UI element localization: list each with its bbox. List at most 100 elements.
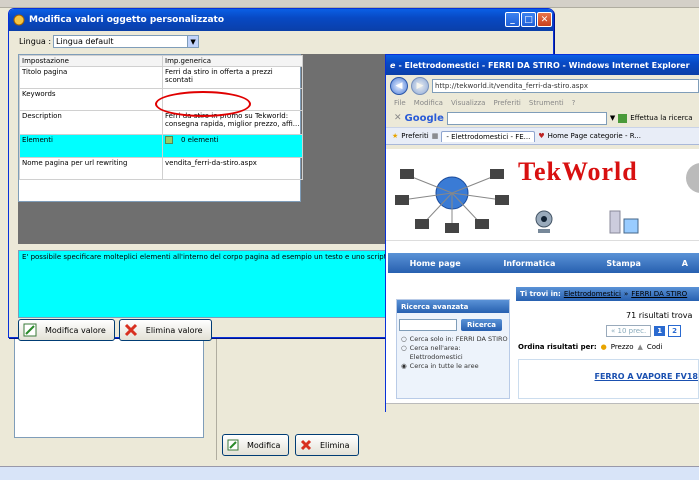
edit-icon xyxy=(23,323,37,337)
language-row: Lingua : Lingua default ▼ xyxy=(19,35,200,48)
chevron-down-icon[interactable]: ▼ xyxy=(187,36,199,47)
menu-strumenti[interactable]: Strumenti xyxy=(529,99,564,107)
close-button[interactable]: ✕ xyxy=(537,12,552,27)
maximize-button[interactable]: □ xyxy=(521,12,536,27)
radio-selected-icon: ◉ xyxy=(401,362,407,370)
close-toolbar-icon[interactable]: ✕ xyxy=(394,113,402,123)
webcam-icon xyxy=(535,210,553,233)
pagination: « 10 prec. 1 2 xyxy=(606,325,681,337)
red-highlight-ellipse xyxy=(155,91,251,117)
google-toolbar: ✕ Google ▼ Effettua la ricerca xyxy=(386,109,699,127)
favorites-button[interactable]: Preferiti xyxy=(401,132,428,140)
dialog-button-bar: Modifica valore Elimina valore xyxy=(18,319,212,341)
minimize-button[interactable]: _ xyxy=(505,12,520,27)
sort-arrow-icon: ▲ xyxy=(637,343,643,351)
language-value: Lingua default xyxy=(56,37,114,46)
site-header: TekWorld xyxy=(386,149,699,241)
grid-header-value: Imp.generica xyxy=(162,55,303,67)
radio-label: Cerca nell'area: Elettrodomestici xyxy=(409,344,463,361)
product-card: FERRO A VAPORE FV18 xyxy=(518,359,699,399)
grid-empty-area-bottom xyxy=(18,202,301,244)
sort-price[interactable]: Prezzo xyxy=(611,343,634,351)
favorites-star-icon: ★ xyxy=(392,132,399,140)
edit-value-label: Modifica valore xyxy=(45,325,106,335)
back-icon[interactable]: ◀ xyxy=(390,77,408,95)
table-row[interactable]: Titolo pagina Ferri da stiro in offerta … xyxy=(19,66,303,89)
sort-row: Ordina risultati per: ● Prezzo ▲ Codi xyxy=(518,343,662,351)
radio-label: Cerca solo in: FERRI DA STIRO xyxy=(409,335,508,343)
google-search-button[interactable]: Effettua la ricerca xyxy=(630,114,692,122)
modifica-button[interactable]: Modifica xyxy=(222,434,290,456)
google-search-icon xyxy=(618,113,628,123)
delete-x-icon xyxy=(124,323,137,337)
globe-partial-icon xyxy=(686,163,699,193)
table-row-selected[interactable]: Elementi 0 elementi xyxy=(19,134,303,158)
network-globe-icon xyxy=(395,169,509,233)
page-1[interactable]: 1 xyxy=(654,326,666,336)
elimina-label: Elimina xyxy=(320,440,350,450)
taskbar-strip xyxy=(0,466,699,480)
row-value[interactable]: vendita_ferri-da-stiro.aspx xyxy=(162,157,303,180)
address-bar-row: ◀ ▶ http://tekworld.it/vendita_ferri-da-… xyxy=(386,75,699,97)
dialog-title: Modifica valori oggetto personalizzato xyxy=(29,15,225,25)
row-value[interactable]: Ferri da stiro in offerta a prezzi scont… xyxy=(162,66,303,89)
row-value-elements[interactable]: 0 elementi xyxy=(162,134,303,158)
menu-preferiti[interactable]: Preferiti xyxy=(493,99,520,107)
radio-empty-icon: ○ xyxy=(401,335,407,343)
nav-home[interactable]: Home page xyxy=(388,259,482,268)
search-sidebar: Ricerca avanzata Ricerca ○ Cerca solo in:… xyxy=(396,299,510,399)
background-list-panel[interactable] xyxy=(14,330,204,438)
forward-icon[interactable]: ▶ xyxy=(411,77,429,95)
language-select[interactable]: Lingua default ▼ xyxy=(53,35,200,48)
table-row[interactable]: Nome pagina per url rewriting vendita_fe… xyxy=(19,157,303,180)
settings-grid[interactable]: Impostazione Imp.generica Titolo pagina … xyxy=(18,54,303,202)
results-count: 71 risultati trova xyxy=(626,311,693,320)
google-search-input[interactable] xyxy=(446,111,607,125)
radio-empty-icon: ○ xyxy=(401,344,407,352)
grid-header-row: Impostazione Imp.generica xyxy=(19,55,303,67)
radio-option[interactable]: ○ Cerca nell'area: Elettrodomestici xyxy=(401,344,509,362)
browser-titlebar[interactable]: e - Elettrodomestici - FERRI DA STIRO - … xyxy=(386,55,699,75)
elimina-button[interactable]: Elimina xyxy=(295,434,359,456)
ie-icon: e xyxy=(390,60,396,70)
nav-stampa[interactable]: Stampa xyxy=(577,259,671,268)
grid-header-setting: Impostazione xyxy=(19,55,163,67)
sidebar-title: Ricerca avanzata xyxy=(397,300,509,313)
page-2[interactable]: 2 xyxy=(668,325,681,337)
tab-elettrodomestici[interactable]: - Elettrodomestici - FE... xyxy=(441,130,536,142)
menu-visualizza[interactable]: Visualizza xyxy=(451,99,485,107)
edit-value-button[interactable]: Modifica valore xyxy=(18,319,115,341)
nav-more[interactable]: A xyxy=(671,259,699,268)
row-setting: Titolo pagina xyxy=(19,66,163,89)
menu-help[interactable]: ? xyxy=(572,99,576,107)
delete-value-label: Elimina valore xyxy=(145,325,203,335)
sort-code[interactable]: Codi xyxy=(647,343,663,351)
row-setting: Description xyxy=(19,110,163,135)
breadcrumb-link-ferri[interactable]: FERRI DA STIRO xyxy=(631,290,687,298)
list-icon xyxy=(165,136,173,144)
dialog-titlebar[interactable]: Modifica valori oggetto personalizzato _… xyxy=(9,9,553,31)
row-setting: Nome pagina per url rewriting xyxy=(19,157,163,180)
site-logo: TekWorld xyxy=(518,157,638,186)
prev-page-link[interactable]: « 10 prec. xyxy=(606,325,652,337)
browser-window: e - Elettrodomestici - FERRI DA STIRO - … xyxy=(385,54,699,413)
radio-option-selected[interactable]: ◉ Cerca in tutte le aree xyxy=(401,362,509,371)
google-logo: Google xyxy=(404,112,444,124)
address-input[interactable]: http://tekworld.it/vendita_ferri-da-stir… xyxy=(432,79,699,93)
product-title-link[interactable]: FERRO A VAPORE FV18 xyxy=(594,372,698,381)
table-row[interactable]: Description Ferri da stiro in promo su T… xyxy=(19,110,303,135)
radio-option[interactable]: ○ Cerca solo in: FERRI DA STIRO xyxy=(401,335,509,344)
sidebar-search-input[interactable] xyxy=(399,319,457,331)
delete-value-button[interactable]: Elimina valore xyxy=(118,319,212,341)
breadcrumb-link-elettrodomestici[interactable]: Elettrodomestici xyxy=(564,290,621,298)
tab-grid-icon[interactable]: ▦ xyxy=(432,132,439,140)
breadcrumb-separator: » xyxy=(623,290,629,298)
sidebar-search-button[interactable]: Ricerca xyxy=(461,319,503,331)
nav-informatica[interactable]: Informatica xyxy=(482,259,576,268)
breadcrumb: Ti trovi in: Elettrodomestici » FERRI DA… xyxy=(516,287,699,301)
tab-home-page[interactable]: Home Page categorie - R... xyxy=(548,132,641,140)
menu-modifica[interactable]: Modifica xyxy=(414,99,443,107)
google-dropdown-icon[interactable]: ▼ xyxy=(610,114,615,122)
menu-file[interactable]: File xyxy=(394,99,406,107)
horizontal-scrollbar[interactable] xyxy=(386,403,699,413)
